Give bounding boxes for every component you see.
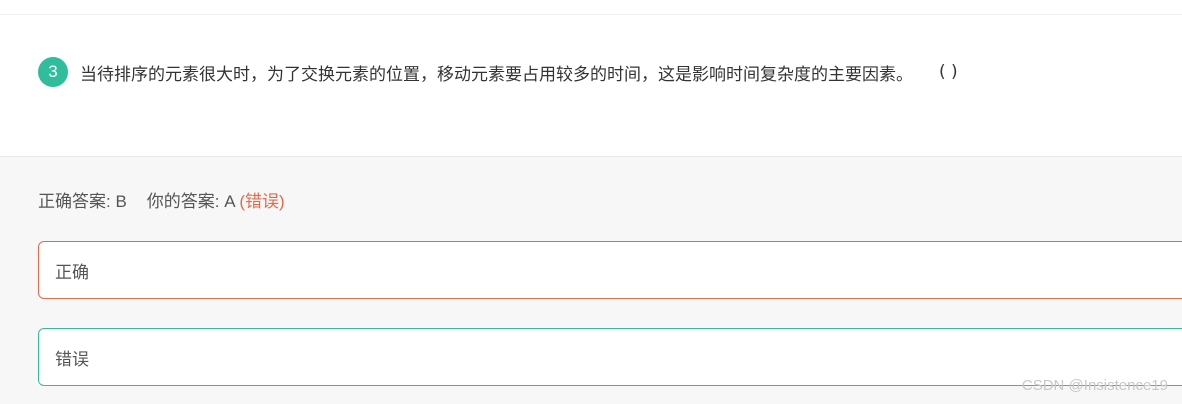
answer-summary: 正确答案: B 你的答案: A (错误) xyxy=(38,187,285,212)
question-number-badge: 3 xyxy=(38,57,68,87)
question-text: 当待排序的元素很大时，为了交换元素的位置，移动元素要占用较多的时间，这是影响时间… xyxy=(80,64,913,85)
question-row: 3 当待排序的元素很大时，为了交换元素的位置，移动元素要占用较多的时间，这是影响… xyxy=(38,56,958,88)
result-badge: (错误) xyxy=(239,192,285,211)
option-false[interactable]: 错误 xyxy=(38,328,1182,386)
top-divider xyxy=(0,14,1182,15)
question-blank: ( ) xyxy=(939,62,958,82)
watermark: CSDN @Insistence19 xyxy=(1021,377,1168,394)
your-answer-label: 你的答案: A xyxy=(146,192,235,211)
option-true[interactable]: 正确 xyxy=(38,241,1182,299)
option-false-label: 错误 xyxy=(55,349,89,370)
answer-panel: 正确答案: B 你的答案: A (错误) 正确 错误 xyxy=(0,156,1182,404)
option-true-label: 正确 xyxy=(55,262,89,283)
correct-answer-label: 正确答案: B xyxy=(38,192,127,211)
